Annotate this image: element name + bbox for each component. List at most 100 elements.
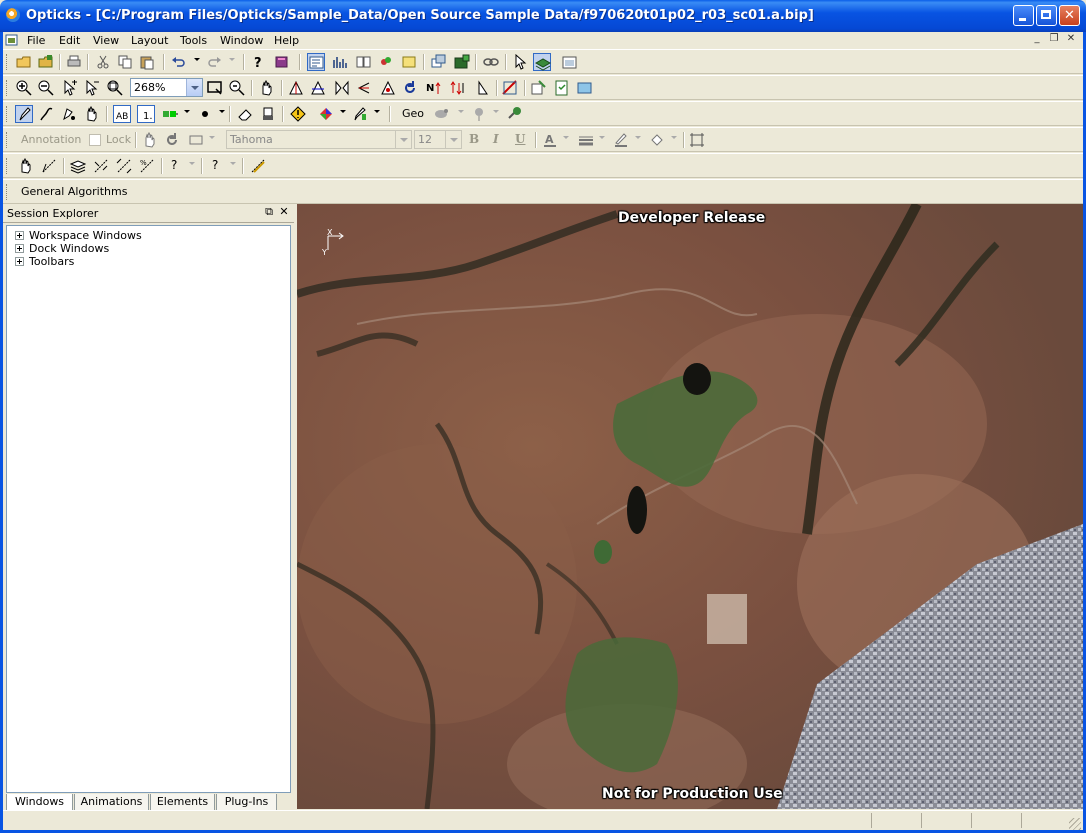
session-tree[interactable]: Workspace Windows Dock Windows Toolbars xyxy=(6,225,291,793)
expand-icon[interactable] xyxy=(15,244,24,253)
menu-edit[interactable]: Edit xyxy=(59,34,80,47)
measure-tool-button[interactable] xyxy=(40,157,58,175)
menu-view[interactable]: View xyxy=(93,34,119,47)
chevron-down-icon[interactable] xyxy=(445,131,461,148)
number-tool[interactable]: 1. xyxy=(137,105,155,123)
histogram-button[interactable] xyxy=(331,53,349,71)
satellite-image[interactable] xyxy=(297,204,1083,809)
pen-color-dropdown-icon[interactable] xyxy=(374,110,380,113)
toolbar-grip[interactable] xyxy=(6,132,10,148)
zoom-out-button[interactable] xyxy=(37,79,55,97)
annotation-frame-button[interactable] xyxy=(187,131,205,149)
text-tool[interactable]: AB xyxy=(113,105,131,123)
menu-window[interactable]: Window xyxy=(220,34,263,47)
flip-horizontal-button[interactable] xyxy=(333,79,351,97)
zoom-point-in-button[interactable] xyxy=(61,79,79,97)
title-bar[interactable]: Opticks - [C:/Program Files/Opticks/Samp… xyxy=(0,0,1086,32)
bullet-dropdown-icon[interactable] xyxy=(219,110,225,113)
toolbar-grip[interactable] xyxy=(6,106,10,122)
zoom-point-out-button[interactable] xyxy=(83,79,101,97)
bold-button[interactable]: B xyxy=(469,132,479,146)
geo-marker-dropdown-icon[interactable] xyxy=(458,110,464,113)
fill-color-dropdown-icon[interactable] xyxy=(671,136,677,139)
layer-toggle[interactable] xyxy=(533,53,551,71)
fill-tool[interactable] xyxy=(60,105,78,123)
undo-button[interactable] xyxy=(170,53,188,71)
menu-file[interactable]: File xyxy=(27,34,45,47)
line-color-button[interactable] xyxy=(612,131,630,149)
toolbar-grip[interactable] xyxy=(6,80,10,96)
font-size-combo[interactable]: 12 xyxy=(414,130,462,149)
brush-tool[interactable] xyxy=(38,105,56,123)
eraser-tool[interactable] xyxy=(236,105,254,123)
document-icon[interactable] xyxy=(5,33,19,47)
new-window-button[interactable] xyxy=(453,53,471,71)
toolbar-grip[interactable] xyxy=(6,54,10,70)
color-band-tool[interactable] xyxy=(161,105,179,123)
frame-dropdown-icon[interactable] xyxy=(209,136,215,139)
geo-label[interactable]: Geo xyxy=(402,107,424,120)
link-button[interactable] xyxy=(482,53,500,71)
layers-button[interactable] xyxy=(355,53,373,71)
pointer-button[interactable] xyxy=(511,53,529,71)
italic-button[interactable]: I xyxy=(493,132,499,146)
measure-pan-button[interactable] xyxy=(17,157,35,175)
measure-object-button[interactable] xyxy=(249,157,267,175)
rotate-right-button[interactable] xyxy=(309,79,327,97)
paste-button[interactable] xyxy=(138,53,156,71)
measure-layers-button[interactable] xyxy=(69,157,87,175)
help-button[interactable]: ? xyxy=(249,53,267,71)
annotation-rotate-button[interactable] xyxy=(163,131,181,149)
expand-icon[interactable] xyxy=(15,257,24,266)
menu-layout[interactable]: Layout xyxy=(131,34,168,47)
geo-marker-tool[interactable] xyxy=(433,105,451,123)
chip-button[interactable] xyxy=(501,79,519,97)
zoom-combo[interactable]: 268% xyxy=(130,78,203,97)
resize-grip-icon[interactable] xyxy=(1069,818,1081,830)
pan-button[interactable] xyxy=(258,79,276,97)
line-color-dropdown-icon[interactable] xyxy=(635,136,641,139)
chevron-down-icon[interactable] xyxy=(186,79,202,96)
annotation-pan-button[interactable] xyxy=(141,131,159,149)
display-button[interactable] xyxy=(576,79,594,97)
north-up-button[interactable]: N xyxy=(425,79,443,97)
scroll-button[interactable] xyxy=(400,53,418,71)
font-family-combo[interactable]: Tahoma xyxy=(226,130,412,149)
color-palette-dropdown-icon[interactable] xyxy=(340,110,346,113)
rotate-by-button[interactable] xyxy=(379,79,397,97)
maximize-button[interactable] xyxy=(1036,5,1057,26)
help-1-dropdown-icon[interactable] xyxy=(189,162,195,165)
select-frame-button[interactable] xyxy=(688,131,706,149)
geo-add-tool[interactable] xyxy=(505,105,523,123)
sensor-up-button[interactable] xyxy=(449,79,467,97)
general-algorithms-menu[interactable]: General Algorithms xyxy=(21,185,127,198)
open-button[interactable] xyxy=(15,53,33,71)
zoom-rect-button[interactable] xyxy=(106,79,124,97)
redo-dropdown-icon[interactable] xyxy=(229,58,235,61)
chevron-down-icon[interactable] xyxy=(395,131,411,148)
reset-rotation-button[interactable] xyxy=(401,79,419,97)
spatial-data-view[interactable]: X Y Developer Release Not for Production… xyxy=(297,204,1083,809)
help-1-button[interactable]: ? xyxy=(171,158,177,172)
menu-tools[interactable]: Tools xyxy=(180,34,207,47)
windows-button[interactable] xyxy=(430,53,448,71)
session-explorer-toggle[interactable] xyxy=(307,53,325,71)
mdi-minimize-icon[interactable]: _ xyxy=(1029,33,1045,47)
text-color-button[interactable]: A xyxy=(541,131,559,149)
print-button[interactable] xyxy=(65,53,83,71)
animation-button[interactable] xyxy=(377,53,395,71)
measure-bearing-button[interactable]: % xyxy=(138,157,156,175)
pencil-tool[interactable] xyxy=(15,105,33,123)
color-palette-tool[interactable] xyxy=(317,105,335,123)
toolbar-grip[interactable] xyxy=(6,158,10,174)
line-width-button[interactable] xyxy=(577,131,595,149)
color-band-dropdown-icon[interactable] xyxy=(184,110,190,113)
close-button[interactable]: ✕ xyxy=(1059,5,1080,26)
geo-pin-dropdown-icon[interactable] xyxy=(493,110,499,113)
properties-button[interactable] xyxy=(561,53,579,71)
copy-button[interactable] xyxy=(116,53,134,71)
help-book-button[interactable] xyxy=(273,53,291,71)
overview-button[interactable] xyxy=(530,79,548,97)
help-2-dropdown-icon[interactable] xyxy=(230,162,236,165)
redo-button[interactable] xyxy=(205,53,223,71)
